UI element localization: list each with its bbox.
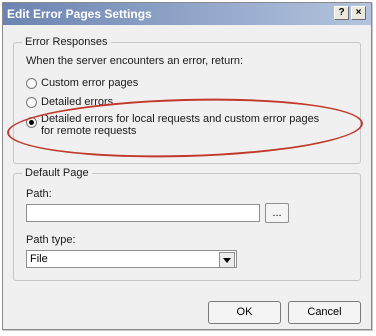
error-responses-legend: Error Responses [22, 36, 111, 48]
path-input[interactable] [26, 204, 260, 222]
dialog-window: Edit Error Pages Settings ? × Error Resp… [2, 2, 372, 330]
help-button[interactable]: ? [334, 6, 349, 20]
cancel-button[interactable]: Cancel [288, 301, 361, 324]
path-type-select[interactable]: File [26, 250, 237, 268]
detailed-errors-label[interactable]: Detailed errors [41, 96, 113, 108]
radio-detailed-local[interactable] [26, 117, 37, 128]
window-title: Edit Error Pages Settings [7, 7, 152, 21]
close-button[interactable]: × [351, 6, 366, 20]
chevron-down-icon[interactable] [219, 252, 235, 268]
custom-error-pages-label[interactable]: Custom error pages [41, 77, 138, 89]
radio-selected-dot [29, 120, 34, 125]
path-label: Path: [26, 188, 52, 200]
browse-button[interactable]: ... [265, 203, 289, 223]
error-prompt: When the server encounters an error, ret… [26, 55, 244, 67]
detailed-local-label-line2[interactable]: for remote requests [41, 125, 136, 137]
default-page-legend: Default Page [22, 167, 92, 179]
radio-custom-error-pages[interactable] [26, 78, 37, 89]
title-bar: Edit Error Pages Settings ? × [3, 3, 371, 25]
radio-detailed-errors[interactable] [26, 97, 37, 108]
path-type-label: Path type: [26, 234, 76, 246]
detailed-local-label[interactable]: Detailed errors for local requests and c… [41, 113, 319, 125]
path-type-value: File [30, 253, 48, 265]
ok-button[interactable]: OK [208, 301, 281, 324]
